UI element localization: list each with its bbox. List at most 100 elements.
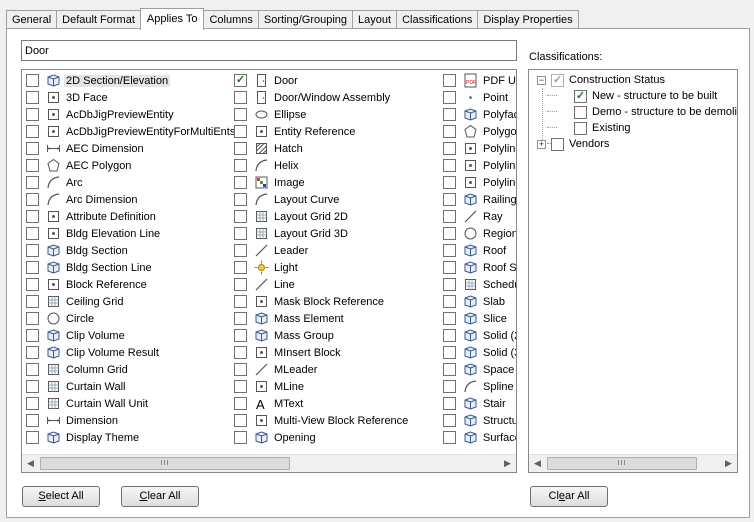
- scroll-right-arrow-icon[interactable]: ▶: [499, 455, 516, 472]
- expand-icon[interactable]: +: [537, 139, 546, 149]
- tree-scroll-left-arrow-icon[interactable]: ◀: [529, 455, 546, 472]
- object-type-checkbox[interactable]: [443, 142, 456, 155]
- object-type-checkbox[interactable]: [26, 431, 39, 444]
- object-type-checkbox[interactable]: [443, 278, 456, 291]
- object-type-checkbox[interactable]: [234, 431, 247, 444]
- object-type-checkbox[interactable]: [26, 346, 39, 359]
- list-item[interactable]: AEC Polygon: [26, 157, 237, 174]
- list-item[interactable]: Circle: [26, 310, 237, 327]
- object-type-checkbox[interactable]: [26, 91, 39, 104]
- object-type-checkbox[interactable]: [234, 346, 247, 359]
- list-item[interactable]: Entity Reference: [234, 123, 410, 140]
- list-item[interactable]: Space: [443, 361, 516, 378]
- list-item[interactable]: Stair: [443, 395, 516, 412]
- list-item[interactable]: AcDbJigPreviewEntityForMultiEnts: [26, 123, 237, 140]
- object-type-checkbox[interactable]: [26, 74, 39, 87]
- list-item[interactable]: Curtain Wall Unit: [26, 395, 237, 412]
- tab-display-properties[interactable]: Display Properties: [477, 10, 579, 29]
- object-type-checkbox[interactable]: [26, 295, 39, 308]
- collapse-icon[interactable]: −: [537, 75, 546, 85]
- list-item[interactable]: Layout Grid 2D: [234, 208, 410, 225]
- list-item[interactable]: Clip Volume Result: [26, 344, 237, 361]
- object-type-checkbox[interactable]: [234, 108, 247, 121]
- object-type-checkbox[interactable]: [443, 329, 456, 342]
- tree-node-checkbox[interactable]: ✓: [574, 89, 587, 103]
- object-type-checkbox[interactable]: [234, 295, 247, 308]
- object-type-checkbox[interactable]: [26, 278, 39, 291]
- object-type-checkbox[interactable]: [443, 74, 456, 87]
- object-type-checkbox[interactable]: [26, 193, 39, 206]
- list-item[interactable]: Solid (2D: [443, 327, 516, 344]
- select-all-button[interactable]: Select All: [22, 486, 100, 507]
- object-type-checkbox[interactable]: [26, 176, 39, 189]
- object-type-checkbox[interactable]: [234, 193, 247, 206]
- list-item[interactable]: A MText: [234, 395, 410, 412]
- object-type-checkbox[interactable]: [443, 414, 456, 427]
- list-item[interactable]: Opening: [234, 429, 410, 446]
- filter-input[interactable]: [21, 40, 517, 61]
- list-item[interactable]: ✓ Door: [234, 72, 410, 89]
- object-type-checkbox[interactable]: [234, 125, 247, 138]
- list-item[interactable]: MLeader: [234, 361, 410, 378]
- object-type-checkbox[interactable]: [443, 108, 456, 121]
- object-type-checkbox[interactable]: [443, 159, 456, 172]
- list-item[interactable]: Layout Grid 3D: [234, 225, 410, 242]
- object-type-list[interactable]: 2D Section/Elevation 3D Face AcDbJigPrevie…: [21, 69, 517, 473]
- tab-classifications[interactable]: Classifications: [396, 10, 479, 29]
- tab-general[interactable]: General: [6, 10, 58, 29]
- list-item[interactable]: Mass Group: [234, 327, 410, 344]
- object-type-checkbox[interactable]: [234, 142, 247, 155]
- list-item[interactable]: Solid (3D: [443, 344, 516, 361]
- list-item[interactable]: Layout Curve: [234, 191, 410, 208]
- object-type-checkbox[interactable]: [443, 363, 456, 376]
- list-item[interactable]: Arc Dimension: [26, 191, 237, 208]
- tab-layout[interactable]: Layout: [352, 10, 398, 29]
- list-item[interactable]: Bldg Section Line: [26, 259, 237, 276]
- list-item[interactable]: Polyline: [443, 157, 516, 174]
- list-item[interactable]: Door/Window Assembly: [234, 89, 410, 106]
- tree-node-checkbox[interactable]: [574, 105, 587, 119]
- tree-node-checkbox[interactable]: ✓: [551, 73, 564, 87]
- object-type-checkbox[interactable]: [234, 227, 247, 240]
- list-item[interactable]: Bldg Section: [26, 242, 237, 259]
- classifications-tree[interactable]: − ✓ Construction Status ✓ New - structure to…: [528, 69, 738, 473]
- object-type-checkbox[interactable]: [26, 261, 39, 274]
- list-item[interactable]: Point: [443, 89, 516, 106]
- object-type-checkbox[interactable]: [26, 329, 39, 342]
- list-item[interactable]: Railing: [443, 191, 516, 208]
- list-item[interactable]: Helix: [234, 157, 410, 174]
- tree-scrollbar-thumb[interactable]: III: [547, 457, 697, 470]
- scroll-left-arrow-icon[interactable]: ◀: [22, 455, 39, 472]
- list-item[interactable]: Mass Element: [234, 310, 410, 327]
- object-type-checkbox[interactable]: [443, 244, 456, 257]
- list-item[interactable]: Schedul: [443, 276, 516, 293]
- object-type-checkbox[interactable]: [443, 210, 456, 223]
- clear-all-button[interactable]: Clear All: [121, 486, 199, 507]
- list-item[interactable]: Slice: [443, 310, 516, 327]
- object-type-checkbox[interactable]: [26, 159, 39, 172]
- list-item[interactable]: Display Theme: [26, 429, 237, 446]
- list-item[interactable]: Attribute Definition: [26, 208, 237, 225]
- list-item[interactable]: Block Reference: [26, 276, 237, 293]
- scrollbar-thumb[interactable]: III: [40, 457, 290, 470]
- tab-applies-to[interactable]: Applies To: [139, 8, 205, 30]
- list-item[interactable]: Polyline: [443, 174, 516, 191]
- list-item[interactable]: Roof: [443, 242, 516, 259]
- list-item[interactable]: Line: [234, 276, 410, 293]
- classifications-horizontal-scrollbar[interactable]: ◀ III ▶: [529, 454, 737, 472]
- list-item[interactable]: Bldg Elevation Line: [26, 225, 237, 242]
- list-item[interactable]: Clip Volume: [26, 327, 237, 344]
- list-item[interactable]: PDF PDF Un: [443, 72, 516, 89]
- list-item[interactable]: Polygon: [443, 123, 516, 140]
- object-type-checkbox[interactable]: [443, 380, 456, 393]
- list-item[interactable]: 2D Section/Elevation: [26, 72, 237, 89]
- object-type-checkbox[interactable]: [234, 363, 247, 376]
- tree-node-checkbox[interactable]: [574, 121, 587, 135]
- object-type-checkbox[interactable]: [234, 244, 247, 257]
- object-type-checkbox[interactable]: [234, 210, 247, 223]
- object-type-checkbox[interactable]: [443, 125, 456, 138]
- object-type-checkbox[interactable]: [26, 312, 39, 325]
- list-item[interactable]: Image: [234, 174, 410, 191]
- tree-child-node[interactable]: Existing: [574, 120, 631, 136]
- list-item[interactable]: Leader: [234, 242, 410, 259]
